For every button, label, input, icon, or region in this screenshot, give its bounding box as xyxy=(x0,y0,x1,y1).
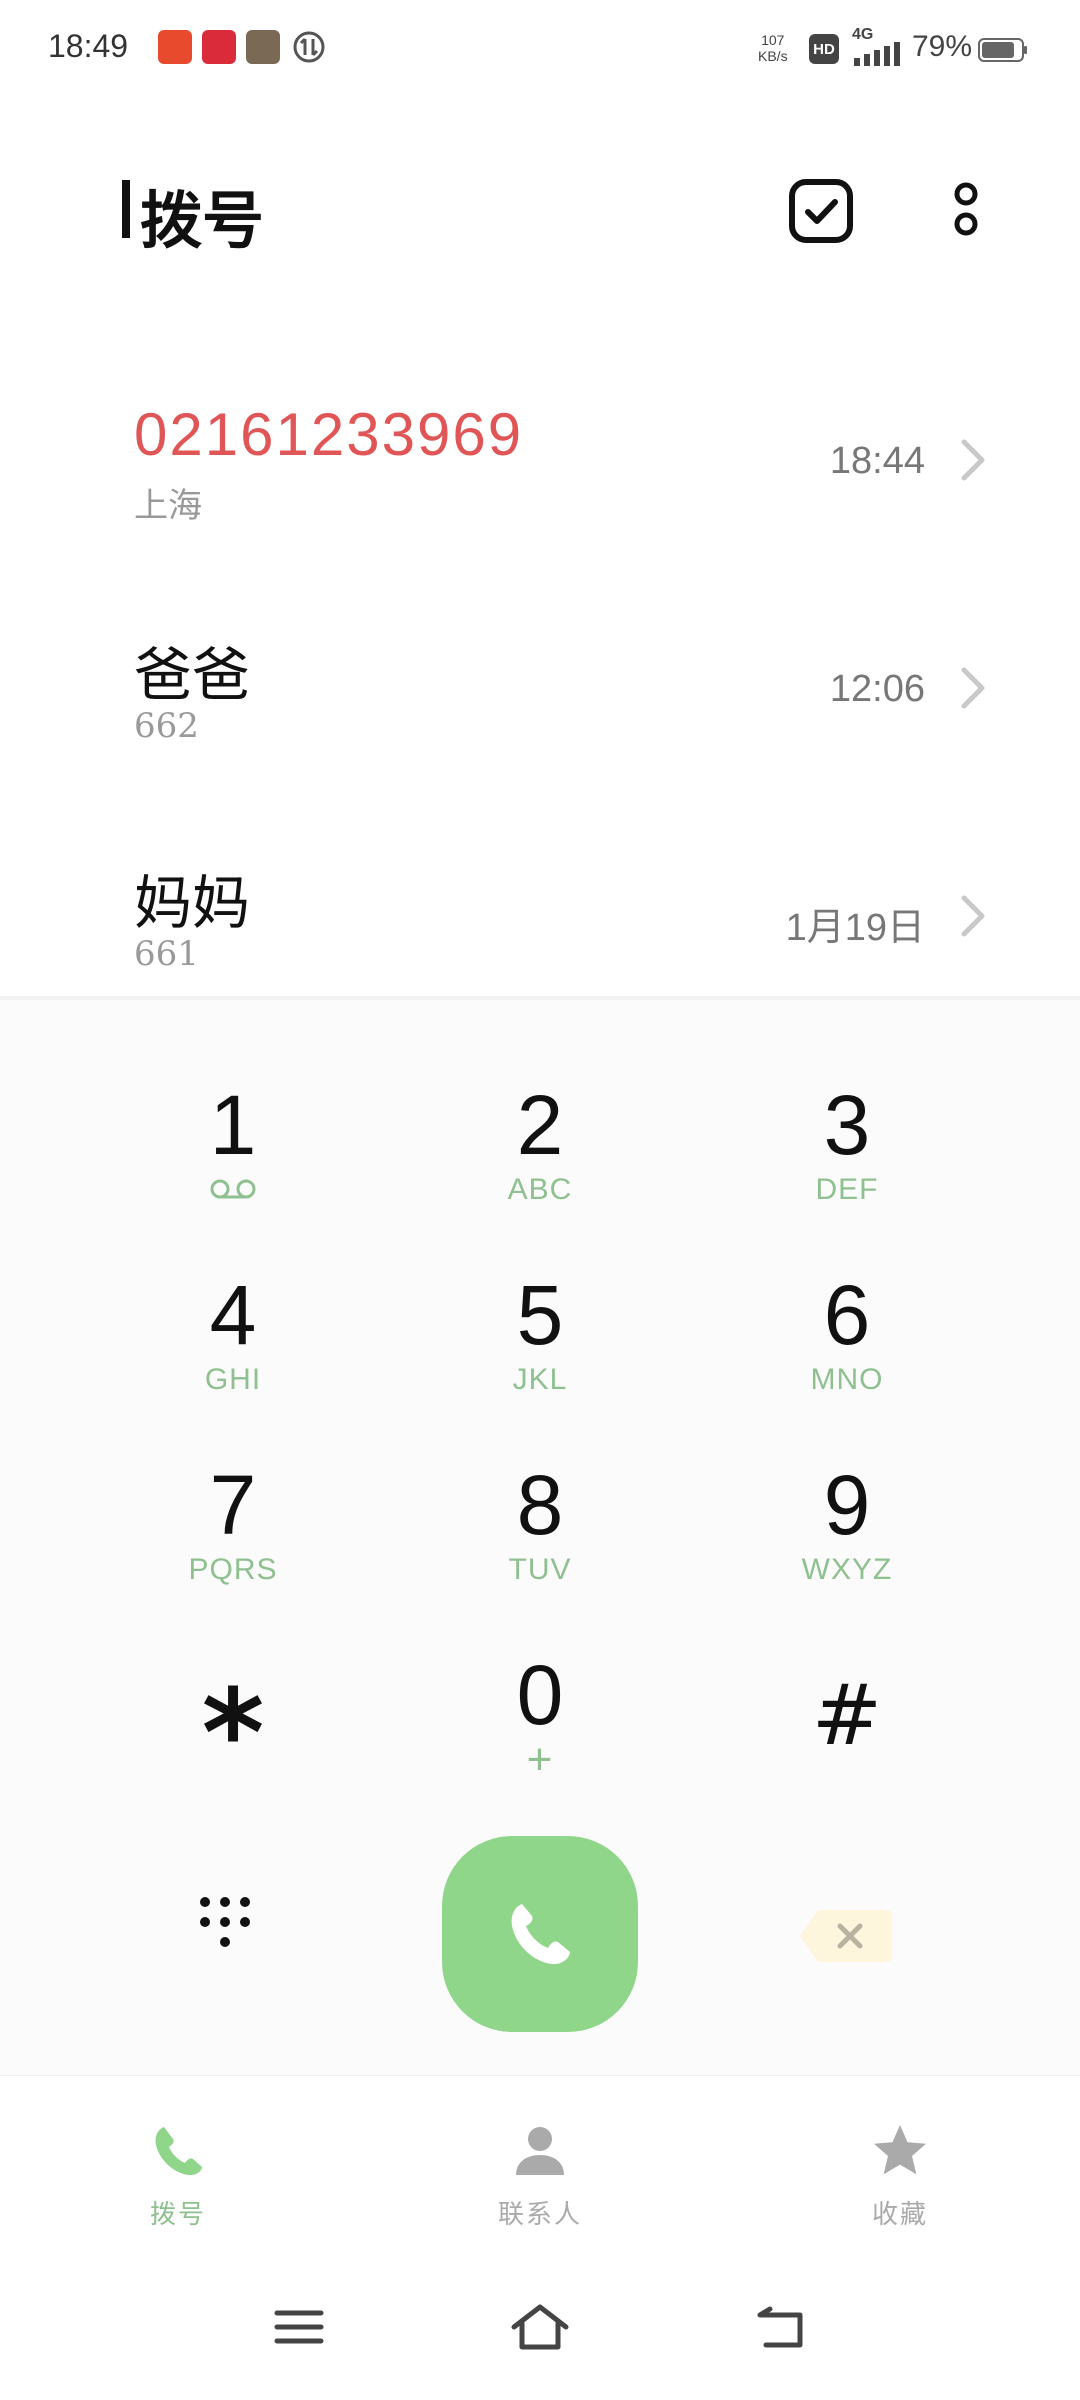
key-8[interactable]: 8 TUV xyxy=(390,1460,690,1630)
chevron-right-icon[interactable] xyxy=(958,894,988,938)
key-letters: GHI xyxy=(204,1363,262,1396)
page-title: 拨号 xyxy=(140,184,265,257)
more-vertical-icon xyxy=(954,182,978,236)
call-log-time: 1月19日 xyxy=(785,907,925,949)
call-log-time: 12:06 xyxy=(829,668,925,710)
chevron-right-icon[interactable] xyxy=(958,438,988,482)
title-cursor xyxy=(122,180,130,238)
key-digit: 9 xyxy=(823,1458,871,1552)
call-log-name: 妈妈 xyxy=(134,869,251,937)
tab-label: 收藏 xyxy=(871,2200,928,2230)
network-speed: 107 KB/s xyxy=(758,32,788,64)
signal-icon: 4G xyxy=(852,26,902,68)
key-5[interactable]: 5 JKL xyxy=(390,1270,690,1440)
bottom-nav: 拨号 联系人 收藏 xyxy=(0,2075,1080,2246)
status-bar: 18:49 107 KB/s HD 4G 79% xyxy=(0,0,1080,100)
contact-icon xyxy=(516,2127,564,2175)
dialpad-icon xyxy=(200,1897,250,1947)
call-log-item[interactable]: 02161233969 上海 18:44 xyxy=(0,360,1080,580)
call-log-location: 上海 xyxy=(134,486,202,526)
key-digit: 0 xyxy=(516,1648,564,1742)
tab-label: 联系人 xyxy=(497,2200,582,2230)
key-letters: DEF xyxy=(815,1173,879,1206)
key-letters: TUV xyxy=(508,1553,572,1586)
checkbox-icon xyxy=(789,179,853,243)
key-star[interactable]: * xyxy=(83,1650,383,1820)
key-digit: 4 xyxy=(209,1268,257,1362)
key-digit: 5 xyxy=(516,1268,564,1362)
key-0[interactable]: 0 + xyxy=(390,1650,690,1820)
shopping-app-icon xyxy=(202,30,236,64)
call-log-name: 爸爸 xyxy=(134,641,251,709)
key-letters: + xyxy=(526,1735,554,1784)
key-1[interactable]: 1 xyxy=(83,1080,383,1250)
key-3[interactable]: 3 DEF xyxy=(697,1080,997,1250)
more-options-button[interactable] xyxy=(946,176,986,246)
phone-icon xyxy=(511,1904,570,1965)
call-log-number: 662 xyxy=(134,706,199,746)
call-log-number: 661 xyxy=(134,934,199,974)
key-letters: PQRS xyxy=(188,1553,278,1586)
key-digit: * xyxy=(201,1665,265,1804)
key-hash[interactable]: # xyxy=(697,1650,997,1820)
tab-label: 拨号 xyxy=(149,2200,206,2230)
tab-dial[interactable]: 拨号 xyxy=(58,2076,298,2246)
key-digit: 7 xyxy=(209,1458,257,1552)
key-digit: 3 xyxy=(823,1078,871,1172)
key-digit: 1 xyxy=(209,1078,257,1172)
phone-icon xyxy=(155,2127,202,2176)
key-7[interactable]: 7 PQRS xyxy=(83,1460,383,1630)
game-app-icon xyxy=(246,30,280,64)
key-digit: 2 xyxy=(516,1078,564,1172)
keypad-toggle-button[interactable] xyxy=(190,1890,280,1980)
system-nav-bar xyxy=(0,2245,1080,2400)
hd-badge: HD xyxy=(809,34,839,64)
menu-icon[interactable] xyxy=(274,2307,324,2347)
call-log-name: 02161233969 xyxy=(134,401,524,468)
key-digit: # xyxy=(811,1666,883,1764)
key-letters: WXYZ xyxy=(801,1553,893,1586)
backspace-icon xyxy=(800,1910,892,1962)
call-log-time: 18:44 xyxy=(829,440,925,482)
tab-contacts[interactable]: 联系人 xyxy=(420,2076,660,2246)
battery-icon xyxy=(978,38,1027,62)
key-letters: JKL xyxy=(512,1363,568,1396)
backspace-button[interactable] xyxy=(798,1906,894,1966)
star-icon xyxy=(874,2125,926,2175)
key-letters: MNO xyxy=(810,1363,884,1396)
key-6[interactable]: 6 MNO xyxy=(697,1270,997,1440)
battery-percent: 79% xyxy=(912,30,973,63)
network-speed-value: 107 xyxy=(761,32,785,48)
call-button[interactable] xyxy=(442,1836,638,2032)
taobao-app-icon xyxy=(158,30,192,64)
network-speed-unit: KB/s xyxy=(758,48,788,64)
voicemail-icon xyxy=(210,1179,256,1199)
key-digit: 6 xyxy=(823,1268,871,1362)
status-time: 18:49 xyxy=(48,28,129,64)
back-icon[interactable] xyxy=(756,2305,806,2349)
key-2[interactable]: 2 ABC xyxy=(390,1080,690,1250)
key-digit: 8 xyxy=(516,1458,564,1552)
home-icon[interactable] xyxy=(510,2303,570,2351)
tab-favorites[interactable]: 收藏 xyxy=(780,2076,1020,2246)
chevron-right-icon[interactable] xyxy=(958,666,988,710)
key-4[interactable]: 4 GHI xyxy=(83,1270,383,1440)
call-log-item[interactable]: 爸爸 662 12:06 xyxy=(0,588,1080,808)
transfer-icon xyxy=(293,31,325,63)
key-9[interactable]: 9 WXYZ xyxy=(697,1460,997,1630)
key-letters: ABC xyxy=(507,1173,573,1206)
select-button[interactable] xyxy=(786,176,856,246)
